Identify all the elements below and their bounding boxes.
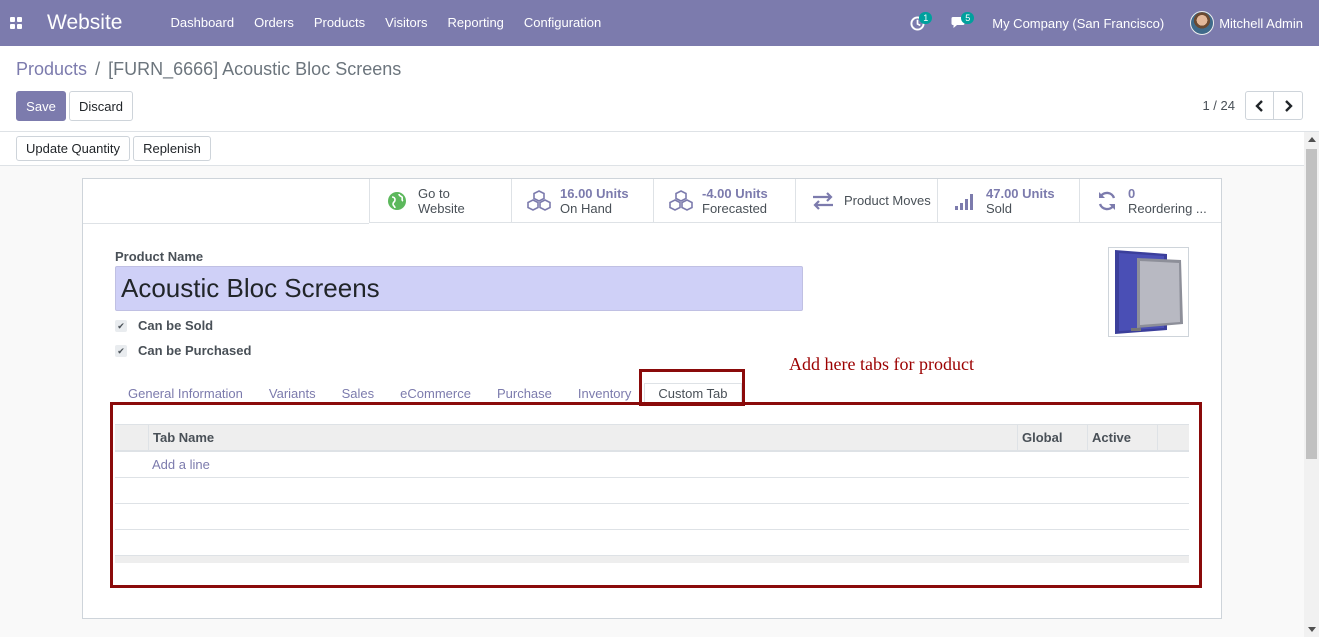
control-panel: Products / [FURN_6666] Acoustic Bloc Scr… xyxy=(0,46,1319,132)
scrollbar-thumb[interactable] xyxy=(1306,149,1317,459)
menu-visitors[interactable]: Visitors xyxy=(375,0,437,46)
navbar-systray: 1 5 My Company (San Francisco) Mitchell … xyxy=(902,0,1319,46)
forecasted-value: -4.00 Units xyxy=(702,185,768,201)
save-button[interactable]: Save xyxy=(16,91,66,121)
user-menu[interactable]: Mitchell Admin xyxy=(1190,11,1303,35)
menu-products[interactable]: Products xyxy=(304,0,375,46)
signal-icon xyxy=(950,192,980,210)
sold-button[interactable]: 47.00 Units Sold xyxy=(937,179,1079,222)
pager-next-button[interactable] xyxy=(1274,91,1303,120)
activity-badge: 1 xyxy=(919,12,933,24)
update-quantity-button[interactable]: Update Quantity xyxy=(16,136,130,161)
breadcrumb-separator: / xyxy=(95,59,101,79)
forecasted-label: Forecasted xyxy=(702,200,768,216)
messages-chat-icon[interactable]: 5 xyxy=(944,0,975,46)
app-name[interactable]: Website xyxy=(47,11,122,35)
menu-dashboard[interactable]: Dashboard xyxy=(160,0,244,46)
apps-menu-icon[interactable] xyxy=(0,0,32,46)
on-hand-value: 16.00 Units xyxy=(560,185,629,201)
replenish-button[interactable]: Replenish xyxy=(133,136,211,161)
reordering-value: 0 xyxy=(1128,185,1136,201)
pager-value[interactable]: 1 / 24 xyxy=(1202,98,1235,113)
globe-icon xyxy=(382,191,412,211)
top-navbar: Website Dashboard Orders Products Visito… xyxy=(0,0,1319,46)
annotation-text: Add here tabs for product xyxy=(789,354,974,374)
record-pager: 1 / 24 xyxy=(1202,91,1303,120)
sold-label: Sold xyxy=(986,200,1013,216)
user-name: Mitchell Admin xyxy=(1219,15,1303,31)
can-be-sold-checkbox[interactable]: ✔ xyxy=(115,320,127,332)
messages-badge: 5 xyxy=(961,12,975,24)
menu-reporting[interactable]: Reporting xyxy=(438,0,514,46)
forecasted-button[interactable]: -4.00 Units Forecasted xyxy=(653,179,795,222)
on-hand-label: On Hand xyxy=(560,200,613,216)
divider xyxy=(83,223,369,224)
breadcrumb-current: [FURN_6666] Acoustic Bloc Screens xyxy=(108,59,402,79)
exchange-icon xyxy=(808,191,838,210)
custom-tab-highlight-box xyxy=(639,369,745,406)
scroll-down-arrow-icon[interactable] xyxy=(1308,627,1316,632)
form-statusbar: Update Quantity Replenish xyxy=(0,132,1319,166)
user-avatar xyxy=(1190,11,1215,35)
cubes-icon xyxy=(524,189,554,212)
go-to-website-button[interactable]: Go to Website xyxy=(369,179,511,222)
main-menu: Dashboard Orders Products Visitors Repor… xyxy=(160,0,611,46)
product-moves-label: Product Moves xyxy=(844,193,931,208)
reordering-rules-button[interactable]: 0 Reordering ... xyxy=(1079,179,1221,222)
product-moves-button[interactable]: Product Moves xyxy=(795,179,937,222)
chevron-left-icon xyxy=(1254,99,1263,112)
cubes-icon xyxy=(666,189,696,212)
tab-list-highlight-box xyxy=(110,402,1202,588)
on-hand-button[interactable]: 16.00 Units On Hand xyxy=(511,179,653,222)
product-image[interactable] xyxy=(1108,247,1189,337)
scroll-up-arrow-icon[interactable] xyxy=(1308,137,1316,142)
can-be-sold-label: Can be Sold xyxy=(138,318,214,333)
product-name-label: Product Name xyxy=(115,249,204,264)
chevron-right-icon xyxy=(1285,99,1293,112)
menu-configuration[interactable]: Configuration xyxy=(514,0,611,46)
breadcrumb: Products / [FURN_6666] Acoustic Bloc Scr… xyxy=(16,59,401,80)
website-value: Go to xyxy=(418,185,450,201)
discard-button[interactable]: Discard xyxy=(69,91,133,121)
reordering-label: Reordering ... xyxy=(1128,200,1207,216)
menu-orders[interactable]: Orders xyxy=(244,0,304,46)
refresh-icon xyxy=(1092,190,1122,212)
breadcrumb-parent[interactable]: Products xyxy=(16,59,87,79)
company-switcher[interactable]: My Company (San Francisco) xyxy=(992,16,1164,31)
pager-previous-button[interactable] xyxy=(1245,91,1274,120)
can-be-purchased-label: Can be Purchased xyxy=(138,343,252,358)
product-name-input[interactable]: Acoustic Bloc Screens xyxy=(115,266,803,311)
website-label: Website xyxy=(418,200,465,216)
page-scrollbar[interactable] xyxy=(1304,132,1319,637)
smart-button-box: Go to Website 16.00 Units On Hand -4.00 Un… xyxy=(369,179,1221,223)
can-be-purchased-checkbox[interactable]: ✔ xyxy=(115,345,127,357)
activity-clock-icon[interactable]: 1 xyxy=(902,0,933,46)
sold-value: 47.00 Units xyxy=(986,185,1055,201)
